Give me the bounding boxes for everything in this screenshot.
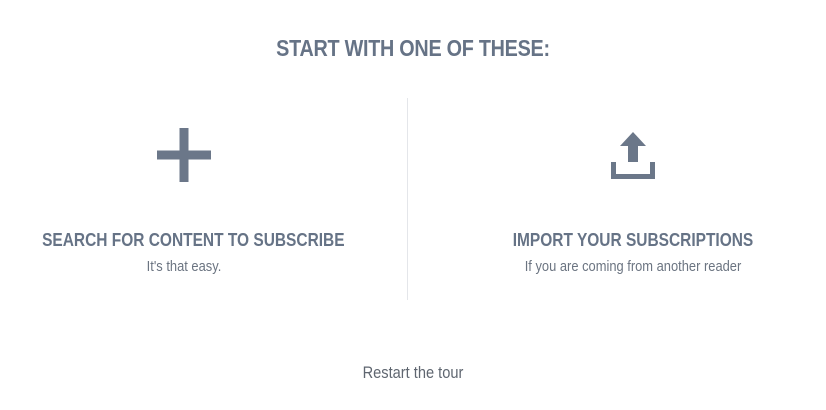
search-option-title: SEARCH FOR CONTENT TO SUBSCRIBE bbox=[42, 230, 345, 250]
onboarding-panel: START WITH ONE OF THESE: SEARCH FOR CONT… bbox=[0, 0, 826, 410]
import-option-subtitle: If you are coming from another reader bbox=[524, 258, 742, 275]
page-title: START WITH ONE OF THESE: bbox=[276, 35, 550, 61]
divider bbox=[407, 98, 408, 300]
import-subscriptions-option[interactable]: IMPORT YOUR SUBSCRIPTIONS If you are com… bbox=[468, 100, 798, 290]
restart-tour-link[interactable]: Restart the tour bbox=[363, 363, 464, 382]
search-content-option[interactable]: SEARCH FOR CONTENT TO SUBSCRIBE It's tha… bbox=[19, 100, 349, 290]
import-option-title: IMPORT YOUR SUBSCRIPTIONS bbox=[512, 230, 754, 250]
upload-icon bbox=[611, 132, 655, 179]
plus-icon bbox=[157, 128, 211, 182]
search-option-subtitle: It's that easy. bbox=[146, 258, 222, 275]
restart-tour-row: Restart the tour bbox=[58, 363, 768, 383]
